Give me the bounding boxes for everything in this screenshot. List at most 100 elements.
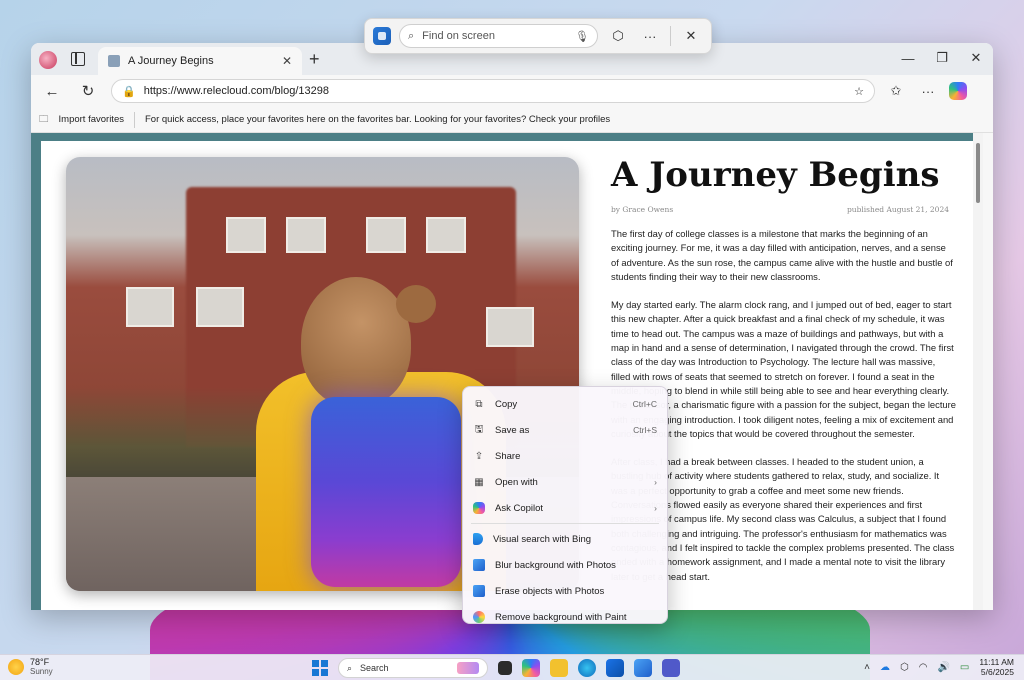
favicon-icon — [108, 55, 120, 67]
menu-item-erase-objects[interactable]: Erase objects with Photos — [467, 578, 663, 604]
window-controls: — ❐ ✕ — [891, 43, 993, 73]
minimize-icon[interactable]: — — [891, 43, 925, 73]
menu-item-copy[interactable]: ⧉ Copy Ctrl+C — [467, 391, 663, 417]
favorites-bar-hint: For quick access, place your favorites h… — [144, 114, 611, 125]
taskbar-search[interactable]: ⌕ Search — [338, 658, 488, 678]
tab-actions-icon[interactable] — [71, 52, 85, 66]
edge-icon[interactable] — [578, 659, 596, 677]
tab-close-icon[interactable]: ✕ — [282, 54, 292, 68]
menu-item-label: Erase objects with Photos — [495, 585, 605, 597]
scrollbar-thumb[interactable] — [976, 143, 980, 203]
clock-time: 11:11 AM — [979, 657, 1014, 667]
menu-item-blur-background[interactable]: Blur background with Photos — [467, 552, 663, 578]
photos-app-icon[interactable] — [634, 659, 652, 677]
paint-icon — [473, 611, 485, 623]
wifi-icon[interactable]: ◠ — [919, 662, 928, 673]
head-shape — [301, 277, 411, 407]
image-context-menu: ⧉ Copy Ctrl+C 🖫 Save as Ctrl+S ⇪ Share ▦… — [462, 386, 668, 624]
favorite-star-icon[interactable]: ☆ — [854, 85, 864, 98]
chevron-up-icon[interactable]: ˄ — [864, 662, 870, 673]
new-tab-icon[interactable]: + — [309, 49, 320, 70]
search-highlight-icon — [457, 662, 479, 674]
window-close-icon[interactable]: ✕ — [959, 43, 993, 73]
chevron-right-icon: › — [654, 503, 657, 513]
menu-item-label: Share — [495, 450, 521, 462]
close-icon[interactable]: ✕ — [679, 24, 703, 48]
window-shape — [486, 307, 534, 347]
article-title: A Journey Begins — [611, 155, 940, 195]
clock-date: 5/6/2025 — [980, 667, 1014, 677]
find-on-screen-bar: ⌕ Find on screen 🎙 ⬡ ··· ✕ — [364, 18, 712, 54]
favorites-bar: 🗀 Import favorites For quick access, pla… — [31, 107, 993, 133]
sun-icon — [8, 659, 24, 675]
address-bar[interactable]: 🔒 https://www.relecloud.com/blog/13298 ☆ — [111, 79, 875, 103]
window-shape — [196, 287, 244, 327]
more-options-icon[interactable]: ··· — [638, 24, 662, 48]
menu-item-remove-background[interactable]: Remove background with Paint — [467, 604, 663, 630]
clock[interactable]: 11:11 AM 5/6/2025 — [979, 657, 1014, 677]
menu-item-ask-copilot[interactable]: Ask Copilot › — [467, 495, 663, 521]
microphone-icon[interactable]: 🎙 — [575, 30, 589, 43]
settings-more-icon[interactable]: ··· — [917, 84, 939, 99]
menu-divider — [471, 523, 659, 524]
divider — [670, 26, 671, 46]
lock-icon[interactable]: 🔒 — [122, 85, 136, 98]
menu-item-share[interactable]: ⇪ Share — [467, 443, 663, 469]
share-icon: ⇪ — [474, 450, 484, 462]
cube-icon[interactable]: ⬡ — [606, 24, 630, 48]
volume-icon[interactable]: 🔊 — [937, 662, 949, 673]
vertical-scrollbar[interactable] — [973, 133, 983, 610]
taskbar-search-placeholder: Search — [360, 663, 389, 673]
tab-title: A Journey Begins — [128, 55, 214, 67]
window-shape — [366, 217, 406, 253]
battery-icon[interactable]: ▭ — [960, 662, 969, 673]
divider — [133, 111, 135, 128]
search-icon: ⌕ — [347, 662, 353, 673]
profile-avatar[interactable] — [39, 51, 57, 69]
store-icon[interactable] — [606, 659, 624, 677]
menu-item-open-with[interactable]: ▦ Open with › — [467, 469, 663, 495]
back-arrow-icon[interactable]: ← — [39, 83, 65, 100]
tab-active[interactable]: A Journey Begins ✕ — [98, 47, 302, 75]
teams-icon[interactable] — [662, 659, 680, 677]
menu-item-label: Save as — [495, 424, 530, 436]
menu-item-label: Ask Copilot — [495, 502, 544, 514]
copilot-app-icon[interactable] — [522, 659, 540, 677]
task-view-icon[interactable] — [498, 661, 512, 675]
window-shape — [286, 217, 326, 253]
start-icon[interactable] — [312, 660, 328, 676]
file-explorer-icon[interactable] — [550, 659, 568, 677]
find-on-screen-placeholder: Find on screen — [422, 30, 495, 42]
window-shape — [126, 287, 174, 327]
import-favorites-link[interactable]: Import favorites — [59, 114, 124, 125]
search-icon: ⌕ — [408, 29, 415, 42]
system-tray: ˄ ☁ ⬡ ◠ 🔊 ▭ 11:11 AM 5/6/2025 — [864, 657, 1014, 677]
browser-toolbar: ← ↻ 🔒 https://www.relecloud.com/blog/132… — [31, 75, 993, 107]
weather-widget[interactable]: 78°F Sunny — [8, 657, 53, 677]
menu-item-label: Open with — [495, 476, 538, 488]
window-shape — [226, 217, 266, 253]
window-shape — [426, 217, 466, 253]
favorites-icon[interactable]: ✩ — [885, 83, 907, 99]
article-paragraph: The first day of college classes is a mi… — [611, 228, 953, 282]
menu-item-label: Blur background with Photos — [495, 559, 616, 571]
refresh-icon[interactable]: ↻ — [75, 82, 101, 100]
menu-item-shortcut: Ctrl+C — [632, 399, 657, 409]
menu-item-visual-search[interactable]: Visual search with Bing — [467, 526, 663, 552]
photos-icon — [473, 585, 485, 597]
backpack-highlight — [311, 397, 461, 587]
restore-icon[interactable]: ❐ — [925, 43, 959, 73]
hair-bun-shape — [396, 285, 436, 323]
find-on-screen-input[interactable]: ⌕ Find on screen 🎙 — [399, 24, 598, 48]
address-url: https://www.relecloud.com/blog/13298 — [143, 85, 329, 97]
menu-item-label: Remove background with Paint — [495, 611, 627, 623]
network-device-icon[interactable]: ⬡ — [900, 662, 909, 673]
copilot-icon[interactable] — [949, 82, 967, 100]
weather-temp: 78°F — [30, 657, 50, 667]
menu-item-save-as[interactable]: 🖫 Save as Ctrl+S — [467, 417, 663, 443]
copilot-icon — [473, 502, 485, 514]
menu-item-label: Visual search with Bing — [493, 533, 592, 545]
onedrive-icon[interactable]: ☁ — [880, 662, 890, 673]
weather-condition: Sunny — [30, 667, 53, 676]
bing-icon — [473, 533, 483, 545]
